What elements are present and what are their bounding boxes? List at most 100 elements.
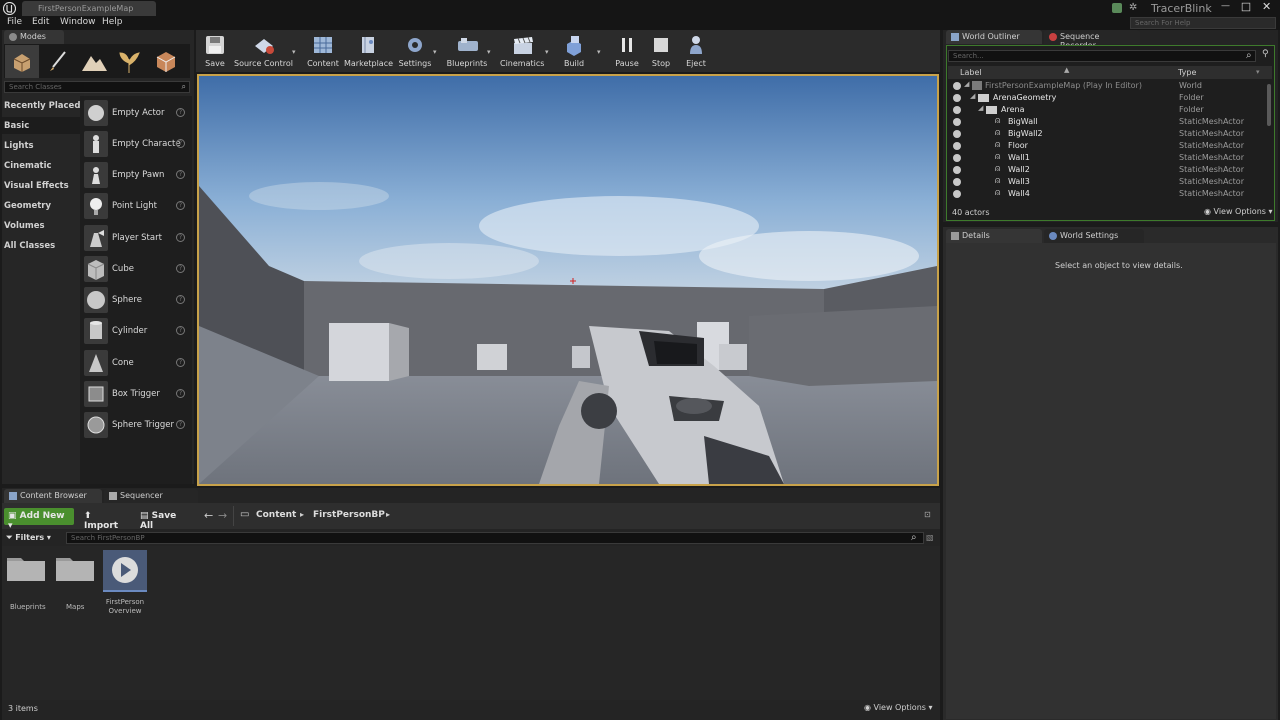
- save-all-button[interactable]: ▤ Save All: [136, 508, 194, 531]
- asset-tile[interactable]: FirstPerson Overview: [102, 550, 148, 618]
- outliner-scrollbar[interactable]: [1267, 84, 1271, 126]
- outliner-row[interactable]: ⍝ BigWall StaticMeshActor: [948, 116, 1270, 128]
- eye-icon[interactable]: [953, 190, 961, 198]
- chevron-down-icon[interactable]: ▾: [292, 48, 298, 56]
- tab-details[interactable]: Details: [946, 229, 1042, 243]
- forward-arrow-icon[interactable]: →: [218, 509, 227, 522]
- asset-search-input[interactable]: Search FirstPersonBP: [66, 532, 924, 544]
- geometry-mode-button[interactable]: [149, 45, 183, 78]
- place-item-cone[interactable]: Cone ?: [84, 350, 188, 376]
- unreal-logo-icon[interactable]: [2, 1, 17, 16]
- eye-icon[interactable]: [953, 178, 961, 186]
- content-view-options[interactable]: ◉ View Options ▾: [864, 703, 933, 712]
- pin-icon[interactable]: ⚲: [1262, 49, 1269, 59]
- breadcrumb-separator-icon[interactable]: ▸: [386, 510, 390, 519]
- notification-icon[interactable]: [1112, 3, 1122, 13]
- marketplace-button[interactable]: Marketplace: [344, 32, 393, 70]
- lock-icon[interactable]: ⊡: [924, 510, 931, 519]
- pause-button[interactable]: Pause: [612, 32, 642, 70]
- import-button[interactable]: ⬆ Import: [80, 508, 130, 531]
- help-icon[interactable]: ?: [176, 389, 185, 398]
- menu-file[interactable]: File: [7, 17, 22, 27]
- help-icon[interactable]: ?: [176, 358, 185, 367]
- outliner-search-input[interactable]: Search...: [948, 50, 1256, 62]
- eye-icon[interactable]: [953, 94, 961, 102]
- place-item-player-start[interactable]: Player Start ?: [84, 225, 188, 251]
- place-item-empty-pawn[interactable]: Empty Pawn ?: [84, 162, 188, 188]
- eye-icon[interactable]: [953, 154, 961, 162]
- outliner-row[interactable]: ⍝ Floor StaticMeshActor: [948, 140, 1270, 152]
- place-item-sphere[interactable]: Sphere ?: [84, 287, 188, 313]
- blueprints-button[interactable]: Blueprints: [446, 32, 488, 70]
- breadcrumb-separator-icon[interactable]: ▸: [300, 510, 304, 519]
- content-button[interactable]: Content: [306, 32, 340, 70]
- asset-tile[interactable]: Blueprints: [6, 552, 50, 614]
- gear-icon[interactable]: ✲: [1129, 3, 1139, 13]
- tab-world-settings[interactable]: World Settings: [1044, 229, 1144, 243]
- back-arrow-icon[interactable]: ←: [204, 509, 213, 522]
- asset-tile[interactable]: Maps: [55, 552, 99, 614]
- tab-world-outliner[interactable]: World Outliner: [946, 30, 1042, 44]
- category-visual-effects[interactable]: Visual Effects: [4, 181, 69, 191]
- place-item-sphere-trigger[interactable]: Sphere Trigger ?: [84, 412, 188, 438]
- eye-icon[interactable]: [953, 118, 961, 126]
- help-icon[interactable]: ?: [176, 108, 185, 117]
- expand-arrow-icon[interactable]: ◢: [964, 80, 969, 88]
- chevron-down-icon[interactable]: ▾: [487, 48, 493, 56]
- place-item-cylinder[interactable]: Cylinder ?: [84, 318, 188, 344]
- menu-window[interactable]: Window: [60, 17, 96, 27]
- eye-icon[interactable]: [953, 106, 961, 114]
- tab-modes[interactable]: Modes: [4, 30, 64, 44]
- maximize-button[interactable]: [1241, 2, 1251, 12]
- category-basic[interactable]: Basic: [4, 121, 29, 131]
- expand-arrow-icon[interactable]: ◢: [970, 92, 975, 100]
- help-search-input[interactable]: Search For Help: [1130, 17, 1276, 29]
- place-item-cube[interactable]: Cube ?: [84, 256, 188, 282]
- expand-arrow-icon[interactable]: ◢: [978, 104, 983, 112]
- tab-sequence-recorder[interactable]: Sequence Recorder: [1044, 30, 1140, 50]
- category-geometry[interactable]: Geometry: [4, 201, 51, 211]
- search-icon[interactable]: ⌕: [911, 532, 917, 543]
- eye-icon[interactable]: [953, 166, 961, 174]
- chevron-down-icon[interactable]: ▾: [433, 48, 439, 56]
- eye-icon[interactable]: [953, 130, 961, 138]
- foliage-mode-button[interactable]: [113, 45, 147, 78]
- breadcrumb-firstpersonbp[interactable]: FirstPersonBP: [313, 510, 385, 520]
- menu-edit[interactable]: Edit: [32, 17, 49, 27]
- minimize-button[interactable]: —: [1221, 1, 1235, 13]
- outliner-row[interactable]: ◢ FirstPersonExampleMap (Play In Editor)…: [948, 80, 1270, 92]
- tab-sequencer[interactable]: Sequencer: [104, 489, 198, 503]
- tab-content-browser[interactable]: Content Browser: [4, 489, 102, 503]
- breadcrumb-content[interactable]: Content: [256, 510, 296, 520]
- outliner-row[interactable]: ⍝ Wall4 StaticMeshActor: [948, 188, 1270, 200]
- landscape-mode-button[interactable]: [77, 45, 111, 78]
- category-lights[interactable]: Lights: [4, 141, 34, 151]
- category-all-classes[interactable]: All Classes: [4, 241, 55, 251]
- class-search-input[interactable]: Search Classes ⌕: [4, 81, 190, 93]
- category-cinematic[interactable]: Cinematic: [4, 161, 52, 171]
- outliner-row[interactable]: ⍝ Wall3 StaticMeshActor: [948, 176, 1270, 188]
- settings-button[interactable]: Settings: [398, 32, 432, 70]
- save-search-icon[interactable]: ▧: [926, 533, 934, 542]
- chevron-down-icon[interactable]: ▾: [1256, 68, 1260, 76]
- help-icon[interactable]: ?: [176, 201, 185, 210]
- category-volumes[interactable]: Volumes: [4, 221, 45, 231]
- outliner-row[interactable]: ◢ Arena Folder: [948, 104, 1270, 116]
- build-button[interactable]: Build: [558, 32, 590, 70]
- filters-button[interactable]: ⏷ Filters ▾: [6, 533, 51, 543]
- help-icon[interactable]: ?: [176, 170, 185, 179]
- close-button[interactable]: ✕: [1262, 0, 1276, 13]
- help-icon[interactable]: ?: [176, 326, 185, 335]
- help-icon[interactable]: ?: [176, 139, 185, 148]
- eye-icon[interactable]: [953, 82, 961, 90]
- source-control-button[interactable]: Source Control: [234, 32, 293, 70]
- save-button[interactable]: Save: [200, 32, 230, 70]
- menu-help[interactable]: Help: [102, 17, 123, 27]
- search-icon[interactable]: ⌕: [1246, 50, 1252, 61]
- add-new-button[interactable]: ▣ Add New ▾: [4, 508, 74, 531]
- column-label[interactable]: Label: [960, 68, 982, 77]
- level-tab[interactable]: FirstPersonExampleMap: [22, 1, 156, 16]
- eject-button[interactable]: Eject: [681, 32, 711, 70]
- outliner-row[interactable]: ⍝ Wall1 StaticMeshActor: [948, 152, 1270, 164]
- level-viewport[interactable]: [197, 74, 939, 486]
